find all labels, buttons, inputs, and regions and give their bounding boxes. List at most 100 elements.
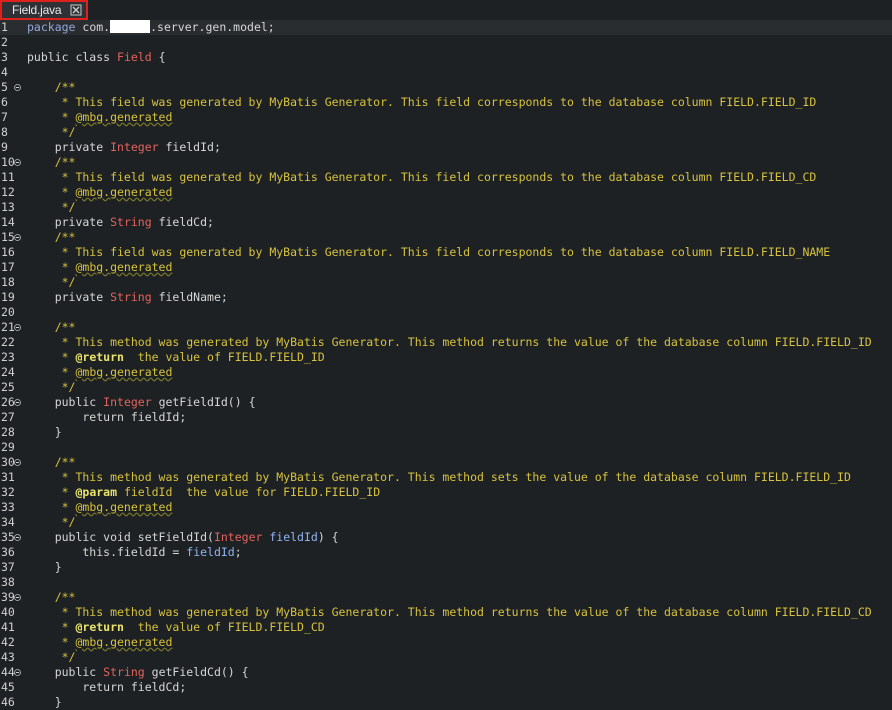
code-line[interactable]: 26 public Integer getFieldId() { bbox=[0, 395, 892, 410]
line-number: 37 bbox=[1, 560, 15, 574]
code-line[interactable]: 7 * @mbg.generated bbox=[0, 110, 892, 125]
code-token: fieldId = bbox=[117, 545, 187, 559]
code-line[interactable]: 15 /** bbox=[0, 230, 892, 245]
code-line[interactable]: 8 */ bbox=[0, 125, 892, 140]
fold-collapse-icon[interactable] bbox=[14, 594, 21, 601]
code-line[interactable]: 6 * This field was generated by MyBatis … bbox=[0, 95, 892, 110]
code-token: private bbox=[27, 215, 111, 229]
code-line[interactable]: 3 public class Field { bbox=[0, 50, 892, 65]
code-token: @mbg.generated bbox=[75, 635, 173, 649]
code-token: * bbox=[27, 620, 76, 634]
code-line[interactable]: 13 */ bbox=[0, 200, 892, 215]
line-number: 17 bbox=[1, 260, 15, 274]
code-token: ) { bbox=[317, 530, 339, 544]
code-token: ; bbox=[234, 545, 242, 559]
code-line[interactable]: 22 * This method was generated by MyBati… bbox=[0, 335, 892, 350]
code-line[interactable]: 2 bbox=[0, 35, 892, 50]
code-line[interactable]: 16 * This field was generated by MyBatis… bbox=[0, 245, 892, 260]
code-line[interactable]: 45 return fieldCd; bbox=[0, 680, 892, 695]
code-line[interactable]: 38 bbox=[0, 575, 892, 590]
fold-collapse-icon[interactable] bbox=[14, 159, 21, 166]
line-number: 36 bbox=[1, 545, 15, 559]
code-line[interactable]: 1 package com. .server.gen.model; bbox=[0, 20, 892, 35]
code-token: /** bbox=[27, 80, 76, 94]
code-line[interactable]: 31 * This method was generated by MyBati… bbox=[0, 470, 892, 485]
line-number: 11 bbox=[1, 170, 15, 184]
code-token: fieldId bbox=[186, 545, 235, 559]
code-token: fieldId the value for FIELD.FIELD_ID bbox=[117, 485, 381, 499]
code-line[interactable]: 42 * @mbg.generated bbox=[0, 635, 892, 650]
code-line[interactable]: 28 } bbox=[0, 425, 892, 440]
code-token: */ bbox=[27, 275, 76, 289]
code-line[interactable]: 44 public String getFieldCd() { bbox=[0, 665, 892, 680]
code-line[interactable]: 33 * @mbg.generated bbox=[0, 500, 892, 515]
code-line[interactable]: 41 * @return the value of FIELD.FIELD_CD bbox=[0, 620, 892, 635]
close-icon[interactable] bbox=[70, 4, 82, 16]
code-text: public String getFieldCd() { bbox=[27, 665, 249, 680]
code-line[interactable]: 30 /** bbox=[0, 455, 892, 470]
code-line[interactable]: 37 } bbox=[0, 560, 892, 575]
code-line[interactable]: 35 public void setFieldId(Integer fieldI… bbox=[0, 530, 892, 545]
code-token: * This field was generated by MyBatis Ge… bbox=[27, 95, 817, 109]
code-token: .server.gen.model; bbox=[150, 20, 275, 34]
code-line[interactable]: 46 } bbox=[0, 695, 892, 710]
line-number: 27 bbox=[1, 410, 15, 424]
code-line[interactable]: 24 * @mbg.generated bbox=[0, 365, 892, 380]
code-line[interactable]: 14 private String fieldCd; bbox=[0, 215, 892, 230]
fold-collapse-icon[interactable] bbox=[14, 534, 21, 541]
code-line[interactable]: 19 private String fieldName; bbox=[0, 290, 892, 305]
code-line[interactable]: 9 private Integer fieldId; bbox=[0, 140, 892, 155]
code-line[interactable]: 5 /** bbox=[0, 80, 892, 95]
editor-tab-field-java[interactable]: Field.java bbox=[0, 0, 88, 20]
code-line[interactable]: 43 */ bbox=[0, 650, 892, 665]
code-token: fieldId; bbox=[158, 140, 221, 154]
line-number: 22 bbox=[1, 335, 15, 349]
code-editor[interactable]: 1 package com. .server.gen.model; 2 3 public … bbox=[0, 20, 892, 710]
code-line[interactable]: 39 /** bbox=[0, 590, 892, 605]
line-number: 41 bbox=[1, 620, 15, 634]
code-line[interactable]: 11 * This field was generated by MyBatis… bbox=[0, 170, 892, 185]
code-token: package bbox=[27, 20, 76, 34]
code-line[interactable]: 18 */ bbox=[0, 275, 892, 290]
line-number: 45 bbox=[1, 680, 15, 694]
fold-collapse-icon[interactable] bbox=[14, 669, 21, 676]
code-line[interactable]: 27 return fieldId; bbox=[0, 410, 892, 425]
code-token: * This field was generated by MyBatis Ge… bbox=[27, 170, 817, 184]
fold-collapse-icon[interactable] bbox=[14, 399, 21, 406]
code-line[interactable]: 23 * @return the value of FIELD.FIELD_ID bbox=[0, 350, 892, 365]
code-token: private bbox=[27, 140, 111, 154]
code-text: * This method was generated by MyBatis G… bbox=[27, 605, 872, 620]
code-text: private String fieldCd; bbox=[27, 215, 214, 230]
code-line[interactable]: 36 this.fieldId = fieldId; bbox=[0, 545, 892, 560]
code-token: */ bbox=[27, 125, 76, 139]
code-line[interactable]: 32 * @param fieldId the value for FIELD.… bbox=[0, 485, 892, 500]
code-line[interactable]: 25 */ bbox=[0, 380, 892, 395]
code-token: setFieldId( bbox=[137, 530, 214, 544]
code-line[interactable]: 20 bbox=[0, 305, 892, 320]
fold-collapse-icon[interactable] bbox=[14, 324, 21, 331]
fold-collapse-icon[interactable] bbox=[14, 459, 21, 466]
code-text: return fieldCd; bbox=[27, 680, 186, 695]
code-token: public bbox=[27, 665, 104, 679]
code-text: * @mbg.generated bbox=[27, 635, 173, 650]
code-line[interactable]: 21 /** bbox=[0, 320, 892, 335]
fold-collapse-icon[interactable] bbox=[14, 84, 21, 91]
code-token: public bbox=[27, 395, 104, 409]
code-line[interactable]: 4 bbox=[0, 65, 892, 80]
code-line[interactable]: 12 * @mbg.generated bbox=[0, 185, 892, 200]
tab-title: Field.java bbox=[12, 3, 62, 17]
code-text: * This field was generated by MyBatis Ge… bbox=[27, 170, 817, 185]
code-line[interactable]: 17 * @mbg.generated bbox=[0, 260, 892, 275]
code-token: @mbg.generated bbox=[75, 185, 173, 199]
code-token: fieldId bbox=[269, 530, 318, 544]
code-text: * @mbg.generated bbox=[27, 110, 173, 125]
code-line[interactable]: 40 * This method was generated by MyBati… bbox=[0, 605, 892, 620]
fold-collapse-icon[interactable] bbox=[14, 234, 21, 241]
line-number: 40 bbox=[1, 605, 15, 619]
code-line[interactable]: 34 */ bbox=[0, 515, 892, 530]
code-token: fieldId; bbox=[130, 410, 187, 424]
code-token: } bbox=[27, 560, 62, 574]
code-line[interactable]: 29 bbox=[0, 440, 892, 455]
code-line[interactable]: 10 /** bbox=[0, 155, 892, 170]
code-token: return bbox=[27, 680, 131, 694]
